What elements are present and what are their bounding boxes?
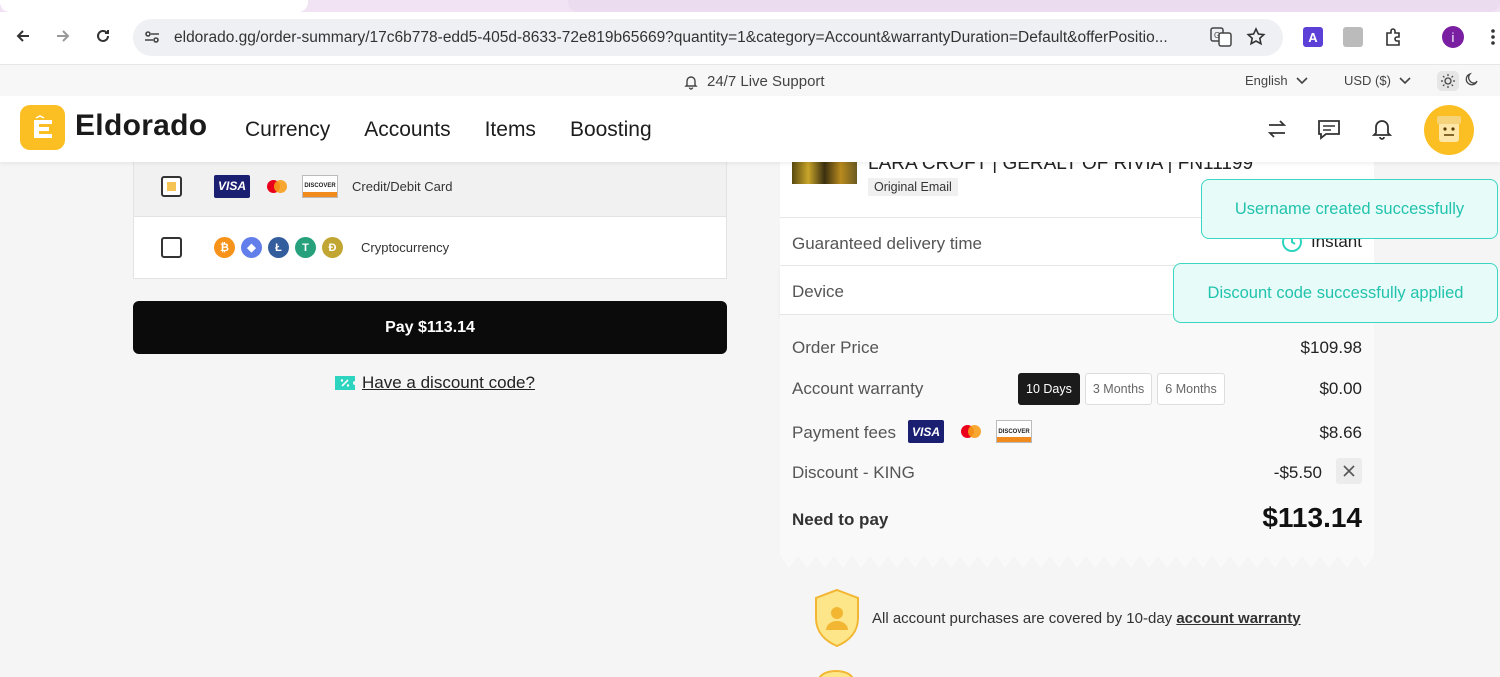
warranty-label: Account warranty [792,379,924,398]
discover-icon: DISCOVER [302,174,338,198]
discount-label: Discount - KING [792,463,915,482]
back-icon[interactable] [11,24,35,48]
dogecoin-icon: Ð [322,237,343,258]
payment-method-label: Credit/Debit Card [352,178,453,194]
order-price-value: $109.98 [1300,338,1362,357]
close-icon [1343,465,1355,477]
browser-toolbar: eldorado.gg/order-summary/17c6b778-edd5-… [0,12,1500,64]
chat-icon[interactable] [1316,116,1342,142]
extension-a-icon[interactable]: A [1302,26,1324,48]
main-nav: Currency Accounts Items Boosting [245,118,652,142]
total-amount: $113.14 [1262,502,1362,533]
toast-username-created[interactable]: Username created successfully [1201,179,1498,239]
warranty-note-body: All account purchases are covered by 10-… [872,609,1173,627]
moon-icon[interactable] [1465,72,1479,91]
svg-text:G: G [1214,31,1220,40]
bitcoin-icon: ₿ [214,237,235,258]
translate-icon[interactable]: G [1210,27,1232,52]
order-price-label: Order Price [792,338,879,357]
nav-accounts[interactable]: Accounts [364,118,450,142]
user-avatar[interactable] [1424,105,1474,155]
bookmark-star-icon[interactable] [1246,27,1266,52]
product-tag: Original Email [868,178,958,196]
discount-value: -$5.50 [1273,463,1322,482]
chevron-down-icon [1296,76,1308,84]
account-warranty-link[interactable]: account warranty [1176,610,1300,627]
warranty-options: 10 Days 3 Months 6 Months [1018,373,1225,405]
litecoin-icon: Ł [268,237,289,258]
notifications-bell-icon[interactable] [1369,116,1395,142]
nav-items[interactable]: Items [485,118,536,142]
support-bar: 24/7 Live Support English USD ($) [0,64,1500,96]
tab-strip [0,0,1500,12]
bell-icon [684,75,698,90]
extensions-puzzle-icon[interactable] [1382,26,1404,48]
toast-discount-applied[interactable]: Discount code successfully applied [1173,263,1498,323]
browser-tab[interactable] [0,0,308,12]
nav-boosting[interactable]: Boosting [570,118,652,142]
warranty-price: $0.00 [1319,379,1362,398]
language-label: English [1245,73,1288,88]
payment-methods: VISA DISCOVER Credit/Debit Card ₿ ◆ Ł T … [133,155,727,279]
chevron-down-icon [1399,76,1411,84]
language-select[interactable]: English [1245,73,1308,88]
url-text[interactable]: eldorado.gg/order-summary/17c6b778-edd5-… [174,29,1204,47]
card-checkbox[interactable] [161,175,182,197]
remove-discount-button[interactable] [1336,458,1362,484]
payment-method-label: Cryptocurrency [361,240,450,255]
delivery-label: Guaranteed delivery time [792,234,982,253]
warranty-option-10-days[interactable]: 10 Days [1018,373,1080,405]
visa-icon: VISA [908,420,944,443]
mastercard-icon [258,175,294,198]
payment-method-card[interactable]: VISA DISCOVER Credit/Debit Card [134,156,726,217]
live-support-link[interactable]: 24/7 Live Support [683,73,825,90]
nav-currency[interactable]: Currency [245,118,330,142]
site-settings-icon[interactable] [143,28,161,51]
currency-label: USD ($) [1344,73,1391,88]
fee-card-icons: VISA DISCOVER [908,420,1032,443]
eldorado-logo-icon[interactable] [20,105,65,150]
profile-avatar[interactable]: i [1442,26,1464,48]
currency-select[interactable]: USD ($) [1344,73,1411,88]
mastercard-icon [952,420,988,443]
theme-toggle[interactable] [1437,71,1479,91]
next-badge-icon [818,670,854,677]
ethereum-icon: ◆ [241,237,262,258]
browser-tab-active[interactable] [568,0,1500,12]
fees-label: Payment fees [792,423,896,442]
browser-menu-icon[interactable] [1482,26,1500,48]
receipt-edge [780,550,1374,568]
discover-icon: DISCOVER [996,420,1032,443]
discount-tag-icon [335,376,355,390]
sun-icon[interactable] [1437,71,1459,91]
reload-icon[interactable] [91,24,115,48]
site-header: Eldorado Currency Accounts Items Boostin… [0,96,1500,162]
discount-code-link[interactable]: Have a discount code? [334,373,535,393]
address-bar[interactable]: eldorado.gg/order-summary/17c6b778-edd5-… [133,19,1283,56]
support-text: 24/7 Live Support [707,73,825,90]
logo-text[interactable]: Eldorado [75,109,207,143]
discount-link-text[interactable]: Have a discount code? [362,373,535,393]
need-to-pay-label: Need to pay [792,510,889,529]
tether-icon: T [295,237,316,258]
visa-icon: VISA [214,174,250,198]
payment-method-crypto[interactable]: ₿ ◆ Ł T Ð Cryptocurrency [134,217,726,278]
fees-value: $8.66 [1319,423,1362,442]
pay-button[interactable]: Pay $113.14 [133,301,727,354]
forward-icon[interactable] [51,24,75,48]
warranty-option-3-months[interactable]: 3 Months [1084,373,1153,405]
warranty-note-text: All account purchases are covered by 10-… [872,610,1301,627]
shield-user-icon [815,588,859,648]
crypto-checkbox[interactable] [161,237,182,258]
warranty-option-6-months[interactable]: 6 Months [1157,373,1225,405]
swap-arrows-icon[interactable] [1264,116,1290,142]
warranty-note: All account purchases are covered by 10-… [812,588,1301,648]
device-label: Device [792,282,844,301]
extension-image-icon[interactable] [1342,26,1364,48]
